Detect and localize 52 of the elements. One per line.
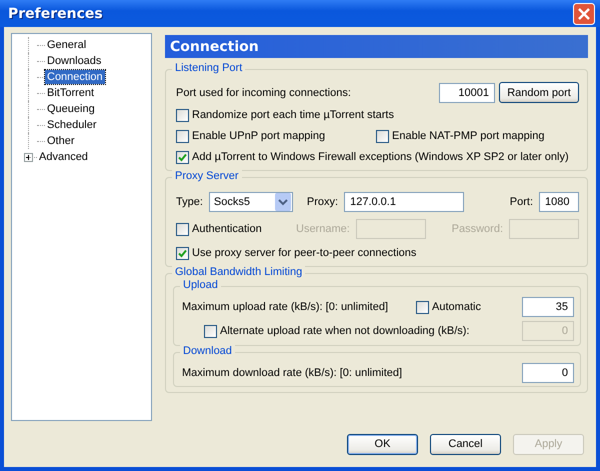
field-label: Password: <box>452 223 503 235</box>
field-label: Maximum upload rate (kB/s): [0: unlimited] <box>182 301 388 313</box>
group-legend: Upload <box>180 279 221 291</box>
tree-item[interactable]: Advanced <box>37 150 90 164</box>
dialog-button[interactable]: Cancel <box>430 434 501 454</box>
checkbox-label: Randomize port each time µTorrent starts <box>192 109 394 121</box>
group-legend: Global Bandwidth Limiting <box>172 266 306 278</box>
password-field[interactable] <box>509 219 579 239</box>
tree-item[interactable]: Scheduler <box>45 118 99 132</box>
upload-rate-field[interactable]: 35 <box>522 297 574 317</box>
checkbox[interactable] <box>176 222 189 236</box>
checkbox-label: Enable UPnP port mapping <box>192 130 326 142</box>
username-field[interactable] <box>356 219 426 239</box>
checkbox-label: Automatic <box>432 301 481 313</box>
group-legend: Listening Port <box>172 62 246 74</box>
tree-item[interactable]: General <box>45 38 88 52</box>
checkbox-label: Enable NAT-PMP port mapping <box>392 130 544 142</box>
checkbox-label: Alternate upload rate when not downloading (kB/s): <box>220 325 470 337</box>
close-icon[interactable] <box>573 2 595 24</box>
checkbox-label: Authentication <box>192 223 262 235</box>
field-label: Proxy: <box>306 196 338 208</box>
checkbox-label: Add µTorrent to Windows Firewall exceptions (Windows XP SP2 or later only) <box>192 151 569 163</box>
checkbox[interactable] <box>176 246 189 260</box>
checkbox[interactable] <box>416 300 430 314</box>
tree-item[interactable]: Queueing <box>45 102 97 116</box>
checkbox[interactable] <box>204 324 217 338</box>
type-dropdown[interactable]: Socks5 <box>208 192 293 212</box>
field-label: Port used for incoming connections: <box>176 86 351 98</box>
port-field[interactable]: 10001 <box>439 82 495 102</box>
field-label: Username: <box>296 223 350 235</box>
tree-item[interactable]: Other <box>45 134 77 148</box>
tree-item[interactable]: Connection <box>45 70 105 84</box>
proxy-field[interactable]: 127.0.0.1 <box>344 192 464 212</box>
tree-item[interactable]: Downloads <box>45 54 104 68</box>
random-port-button[interactable]: Random port <box>499 82 579 103</box>
section-header: Connection <box>165 35 588 58</box>
checkbox[interactable] <box>176 130 189 142</box>
download-rate-field[interactable]: 0 <box>522 363 574 383</box>
checkbox-label: Use proxy server for peer-to-peer connections <box>192 247 416 259</box>
port-field[interactable]: 1080 <box>539 192 579 212</box>
checkbox[interactable] <box>176 108 189 122</box>
dialog-button[interactable]: OK <box>347 434 418 454</box>
expand-icon[interactable] <box>24 152 33 162</box>
window-title: Preferences <box>8 6 103 22</box>
field-label: Port: <box>510 196 533 208</box>
field-label: Type: <box>176 196 203 208</box>
tree-item[interactable]: BitTorrent <box>45 86 96 100</box>
group-legend: Proxy Server <box>172 170 242 182</box>
checkbox[interactable] <box>376 130 389 142</box>
field-label: Maximum download rate (kB/s): [0: unlimited] <box>182 367 402 379</box>
group-legend: Download <box>180 345 235 357</box>
checkbox[interactable] <box>176 150 189 164</box>
